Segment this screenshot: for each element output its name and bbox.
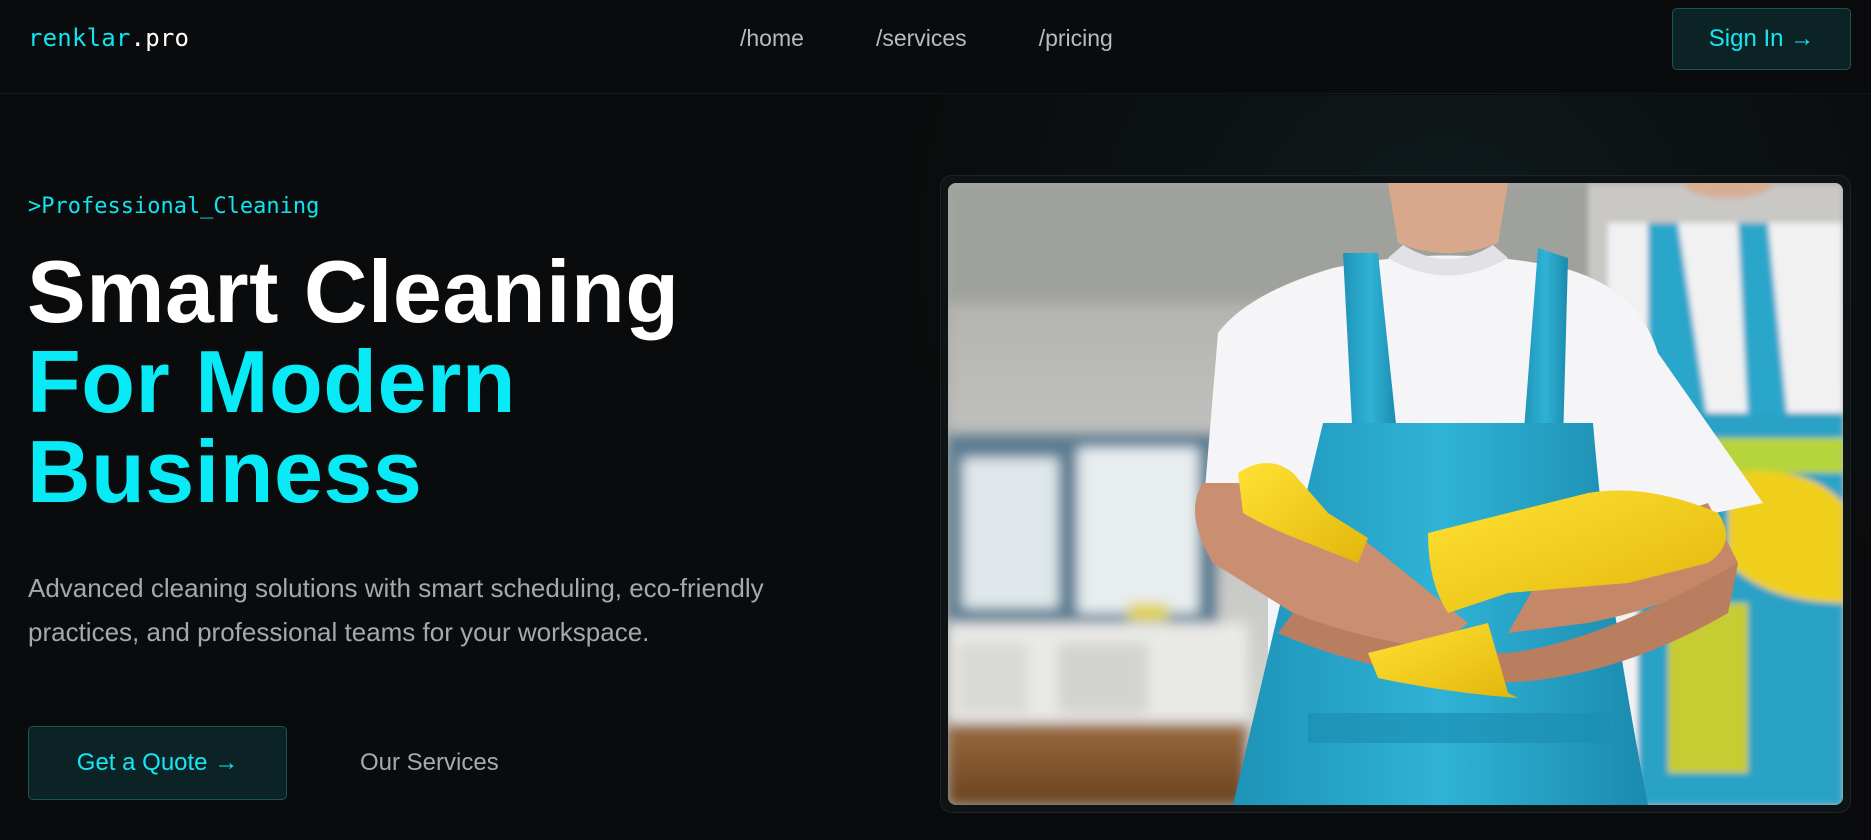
nav-link-services[interactable]: /services <box>876 25 967 52</box>
logo[interactable]: renklar.pro <box>28 24 189 52</box>
top-navbar: renklar.pro /home /services /pricing Sig… <box>0 0 1871 94</box>
get-quote-button[interactable]: Get a Quote → <box>28 726 287 800</box>
hero-headline: Smart Cleaning For Modern Business <box>27 247 679 517</box>
hero-image-frame <box>940 175 1851 813</box>
sign-in-button[interactable]: Sign In → <box>1672 8 1851 70</box>
headline-line-2: For Modern <box>27 332 516 431</box>
headline-line-3: Business <box>27 422 423 521</box>
main-nav: /home /services /pricing <box>740 25 1185 52</box>
hero-description: Advanced cleaning solutions with smart s… <box>28 573 764 647</box>
nav-link-pricing[interactable]: /pricing <box>1039 25 1113 52</box>
hero-image-cleaner <box>948 183 1843 805</box>
hero-eyebrow: >Professional_Cleaning <box>28 194 320 219</box>
our-services-link[interactable]: Our Services <box>360 749 499 777</box>
logo-name: renklar <box>28 24 131 52</box>
nav-link-home[interactable]: /home <box>740 25 804 52</box>
headline-line-1: Smart Cleaning <box>27 242 680 341</box>
logo-tld: .pro <box>130 24 190 52</box>
